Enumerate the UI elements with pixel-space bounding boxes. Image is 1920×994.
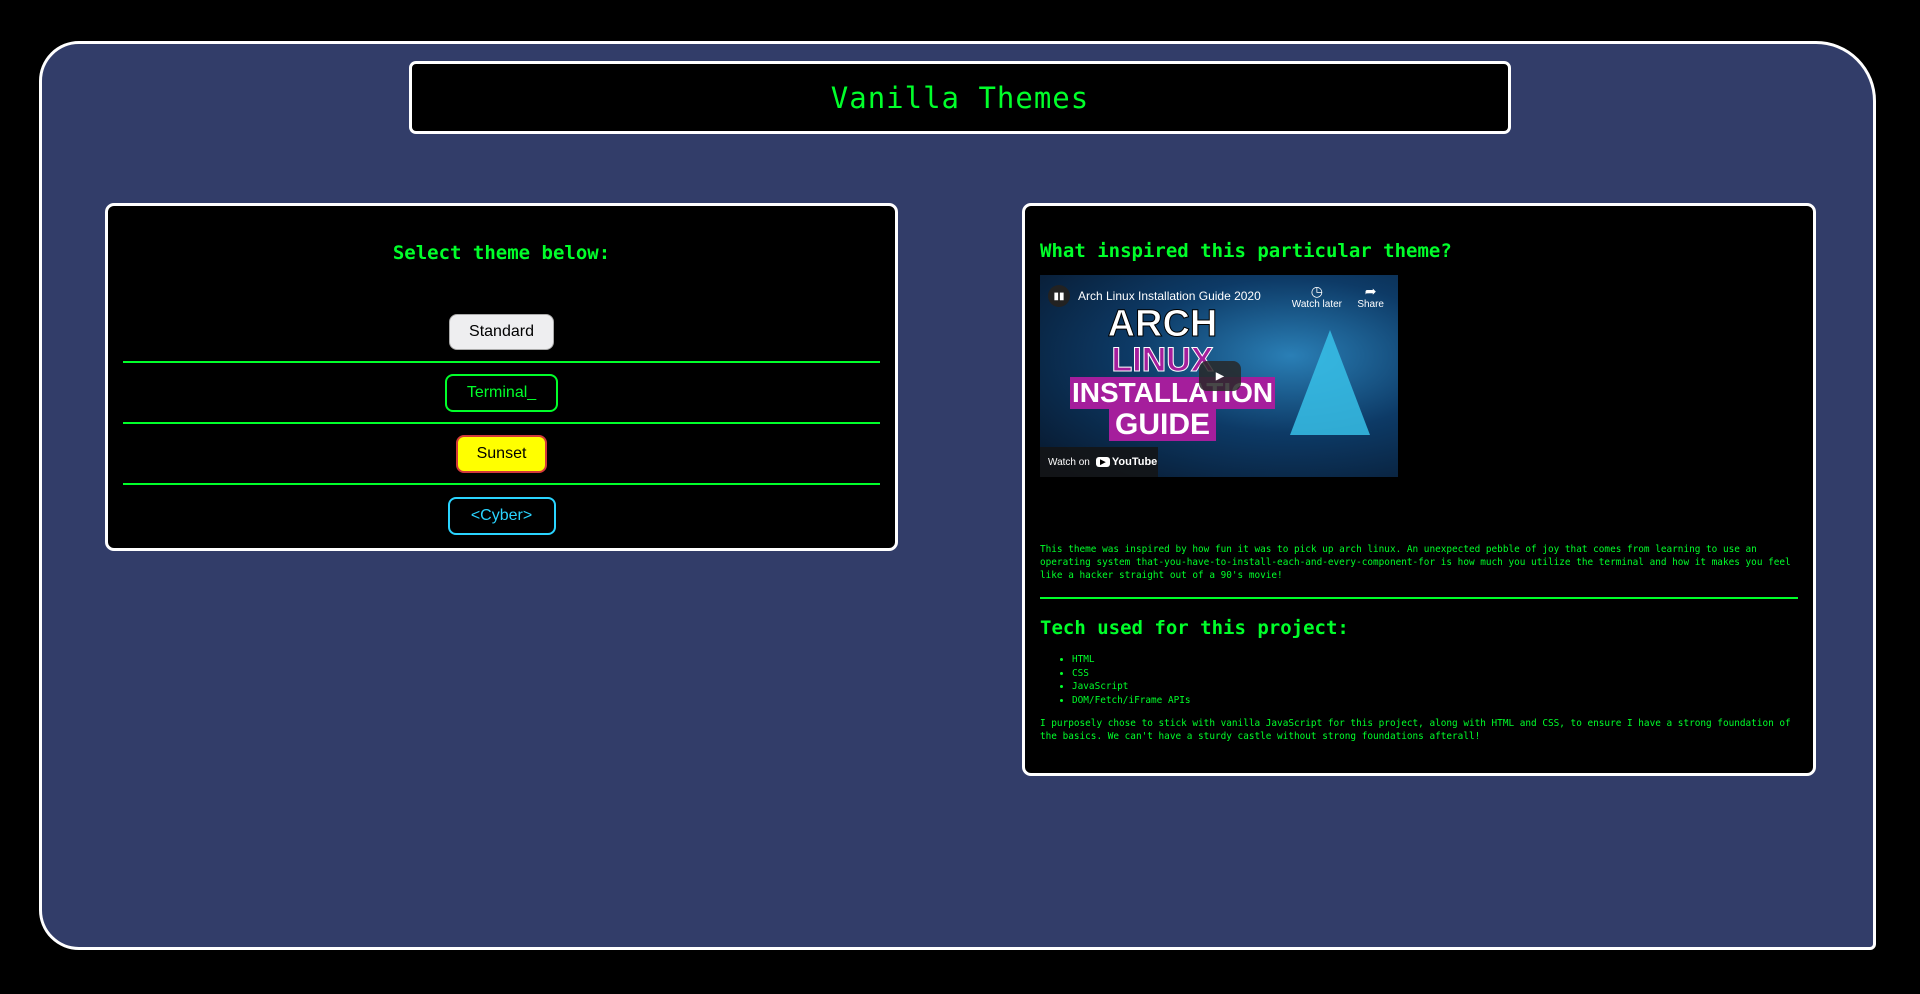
youtube-wordmark: YouTube: [1111, 456, 1158, 468]
tech-heading: Tech used for this project:: [1040, 617, 1349, 639]
theme-row: <Cyber>: [123, 485, 880, 546]
youtube-embed[interactable]: ▮▮ Arch Linux Installation Guide 2020 ◷ …: [1040, 275, 1398, 477]
watch-later-button[interactable]: ◷ Watch later: [1292, 283, 1342, 310]
tech-closing-text: I purposely chose to stick with vanilla …: [1040, 718, 1791, 742]
thumbnail-text: ARCH: [1107, 303, 1218, 345]
play-icon: ▶: [1215, 368, 1225, 384]
share-label: Share: [1357, 299, 1384, 310]
share-arrow-icon: ➦: [1364, 283, 1377, 299]
app-header: Vanilla Themes: [409, 61, 1511, 134]
watch-on-youtube-button[interactable]: Watch on ▶ YouTube: [1040, 447, 1158, 477]
section-divider: [1040, 597, 1798, 599]
list-item: JavaScript: [1072, 680, 1798, 694]
theme-row: Sunset: [123, 424, 880, 485]
theme-row: Standard: [123, 307, 880, 363]
youtube-logo: ▶ YouTube: [1095, 456, 1158, 468]
youtube-play-icon: ▶: [1095, 457, 1110, 467]
thumbnail-text: GUIDE: [1108, 409, 1216, 441]
inspiration-heading: What inspired this particular theme?: [1040, 240, 1452, 262]
play-button[interactable]: ▶: [1199, 361, 1241, 391]
share-button[interactable]: ➦ Share: [1357, 283, 1384, 310]
inspiration-description: This theme was inspired by how fun it wa…: [1040, 544, 1791, 581]
inspiration-panel: What inspired this particular theme? ▮▮ …: [1022, 203, 1816, 776]
theme-selector-heading: Select theme below:: [392, 242, 611, 264]
watch-on-label: Watch on: [1048, 456, 1090, 468]
tech-list: HTML CSS JavaScript DOM/Fetch/iFrame API…: [1040, 653, 1798, 707]
theme-terminal-button[interactable]: Terminal_: [445, 373, 558, 412]
theme-sunset-button[interactable]: Sunset: [456, 434, 547, 473]
arch-logo-icon: [1290, 330, 1370, 435]
theme-row: Terminal_: [123, 363, 880, 424]
list-item: HTML: [1072, 653, 1798, 667]
thumbnail-text: INSTALLATION: [1070, 377, 1276, 409]
page-title: Vanilla Themes: [830, 80, 1090, 115]
list-item: CSS: [1072, 667, 1798, 681]
watch-later-label: Watch later: [1291, 299, 1342, 310]
list-item: DOM/Fetch/iFrame APIs: [1072, 694, 1798, 708]
theme-cyber-button[interactable]: <Cyber>: [447, 496, 556, 535]
video-title[interactable]: Arch Linux Installation Guide 2020: [1078, 289, 1261, 303]
theme-standard-button[interactable]: Standard: [449, 314, 554, 350]
theme-list: Standard Terminal_ Sunset <Cyber>: [123, 307, 880, 546]
clock-icon: ◷: [1310, 283, 1323, 299]
theme-selector-panel: Select theme below: Standard Terminal_ S…: [105, 203, 898, 551]
channel-avatar-icon[interactable]: ▮▮: [1048, 285, 1070, 307]
